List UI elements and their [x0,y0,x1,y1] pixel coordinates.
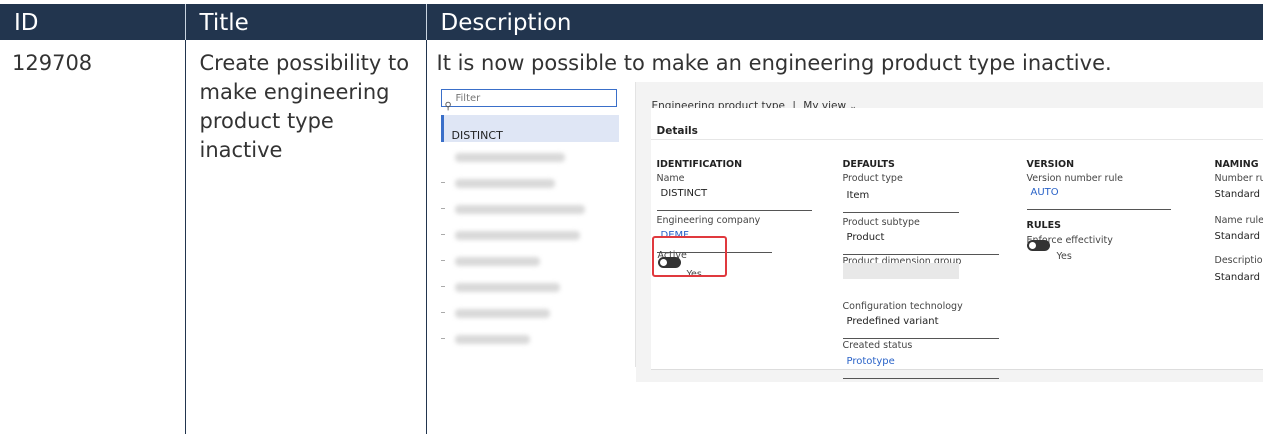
list-item-blurred[interactable] [440,170,619,196]
row-title: Create possibility to make engineering p… [184,40,426,434]
list-item-blurred[interactable] [440,196,619,222]
table-row: 129708 Create possibility to make engine… [0,40,1263,434]
list-item-blurred[interactable] [441,144,619,170]
enforce-effectivity-toggle[interactable] [1026,240,1050,251]
table-header-row: ID Title Description [0,4,1263,40]
highlight-box [651,236,727,277]
list-item-blurred[interactable] [440,222,619,248]
enforce-effectivity-value: Yes [1056,251,1072,262]
list-item-blurred[interactable] [440,248,619,274]
list-item-blurred[interactable] [440,274,619,300]
version-number-rule-field[interactable]: AUTO [1026,178,1171,210]
created-status-field[interactable]: Prototype [842,347,999,379]
divider [650,139,1263,140]
filter-box[interactable]: ⚲ [440,89,617,112]
column-header-description: Description [425,4,1263,40]
row-description: It is now possible to make an engineerin… [436,51,1112,75]
column-header-id: ID [0,4,185,40]
column-header-title: Title [184,4,426,40]
details-fasttab[interactable]: Details [657,117,698,146]
row-id: 129708 [12,51,93,75]
embedded-screenshot: ⚲ DISTINCT Engineering product [437,82,1263,386]
row-description-cell: It is now possible to make an engineerin… [425,40,1263,434]
list-item-selected[interactable]: DISTINCT [440,115,619,142]
release-notes-table: ID Title Description 129708 Create possi… [0,4,1263,434]
list-item-blurred[interactable] [440,300,619,326]
list-item-blurred[interactable] [440,326,619,352]
description-field[interactable]: Standard [1215,263,1263,294]
filter-input[interactable] [455,91,606,105]
product-dimension-group-field[interactable] [842,263,959,279]
